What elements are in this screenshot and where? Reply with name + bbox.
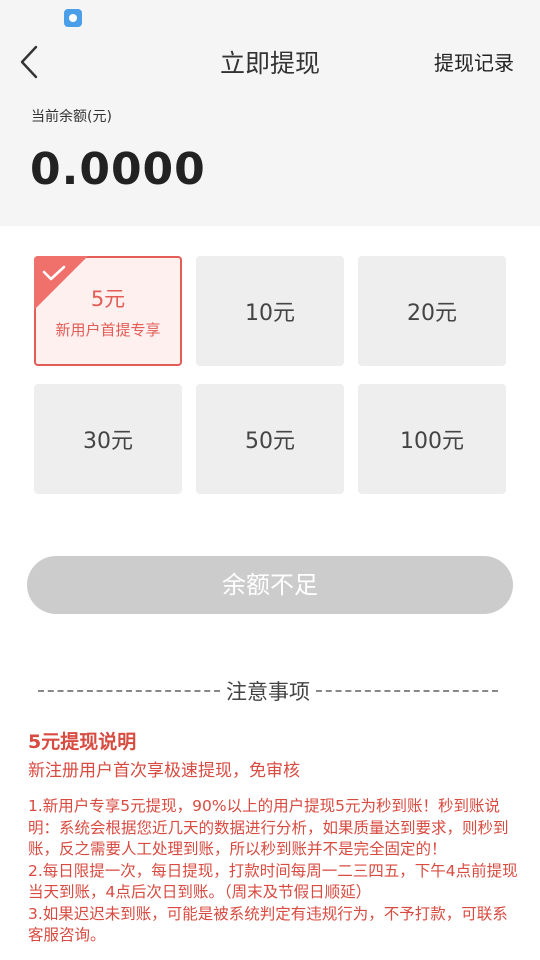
amount-label: 30元 [83, 429, 133, 454]
amount-option-20[interactable]: 20元 [358, 256, 506, 366]
rule-item: 1.新用户专享5元提现，90%以上的用户提现5元为秒到账！秒到账说明：系统会根据… [28, 797, 509, 858]
balance-panel: 当前余额(元) 0.0000 [0, 92, 540, 226]
rules-list: 1.新用户专享5元提现，90%以上的用户提现5元为秒到账！秒到账说明：系统会根据… [28, 796, 518, 947]
notice-header: 注意事项 [38, 676, 498, 706]
section-subtitle: 新注册用户首次享极速提现，免审核 [28, 761, 300, 781]
amount-option-5[interactable]: 5元 新用户首提专享 [34, 256, 182, 366]
selected-corner-badge [34, 256, 88, 310]
balance-label: 当前余额(元) [31, 109, 112, 125]
section-title: 5元提现说明 [28, 731, 137, 753]
amount-option-100[interactable]: 100元 [358, 384, 506, 494]
amount-option-30[interactable]: 30元 [34, 384, 182, 494]
amount-label: 5元 [90, 286, 126, 311]
amount-label: 20元 [407, 301, 457, 326]
top-bar: 立即提现 提现记录 [0, 30, 540, 92]
amount-options: 5元 新用户首提专享 10元 20元 30元 50元 100元 [34, 256, 506, 496]
rule-item: 3.如果迟迟未到账，可能是被系统判定有违规行为，不予打款，可联系客服咨询。 [28, 904, 508, 945]
withdraw-submit-button[interactable]: 余额不足 [27, 556, 513, 614]
amount-option-10[interactable]: 10元 [196, 256, 344, 366]
status-bar [0, 0, 540, 30]
app-notification-icon [64, 9, 82, 27]
dashed-divider [316, 690, 498, 692]
amount-label: 50元 [245, 429, 295, 454]
amount-label: 10元 [245, 301, 295, 326]
amount-sublabel: 新用户首提专享 [55, 320, 161, 339]
balance-value: 0.0000 [30, 144, 206, 195]
amount-option-50[interactable]: 50元 [196, 384, 344, 494]
notice-heading: 注意事项 [226, 680, 310, 704]
dashed-divider [38, 690, 220, 692]
rule-item: 2.每日限提一次，每日提现，打款时间每周一二三四五，下午4点前提现当天到账，4点… [28, 861, 518, 902]
amount-label: 100元 [400, 429, 464, 454]
withdraw-history-link[interactable]: 提现记录 [434, 47, 514, 76]
